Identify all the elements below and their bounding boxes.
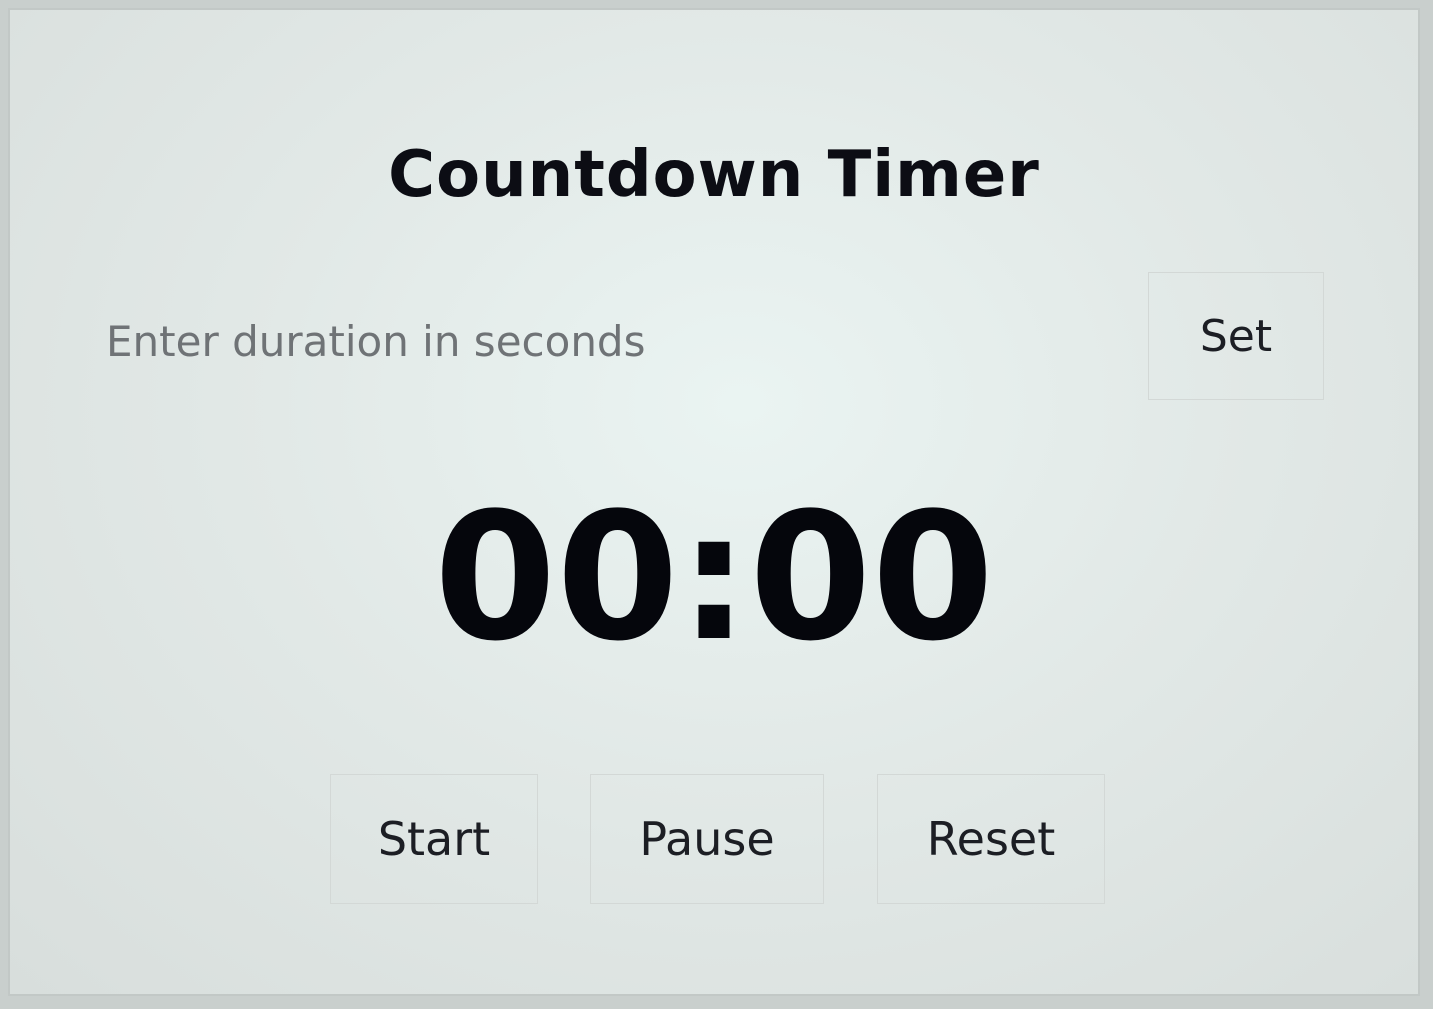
duration-input[interactable] xyxy=(100,306,1130,376)
pause-button[interactable]: Pause xyxy=(590,774,824,904)
set-button[interactable]: Set xyxy=(1148,272,1324,400)
timer-controls: Start Pause Reset xyxy=(10,774,1418,904)
app-title: Countdown Timer xyxy=(388,138,1040,212)
timer-window: Countdown Timer Set 00:00 Start Pause Re… xyxy=(8,8,1420,996)
start-button[interactable]: Start xyxy=(330,774,538,904)
reset-button[interactable]: Reset xyxy=(877,774,1105,904)
timer-display: 00:00 xyxy=(433,475,995,680)
